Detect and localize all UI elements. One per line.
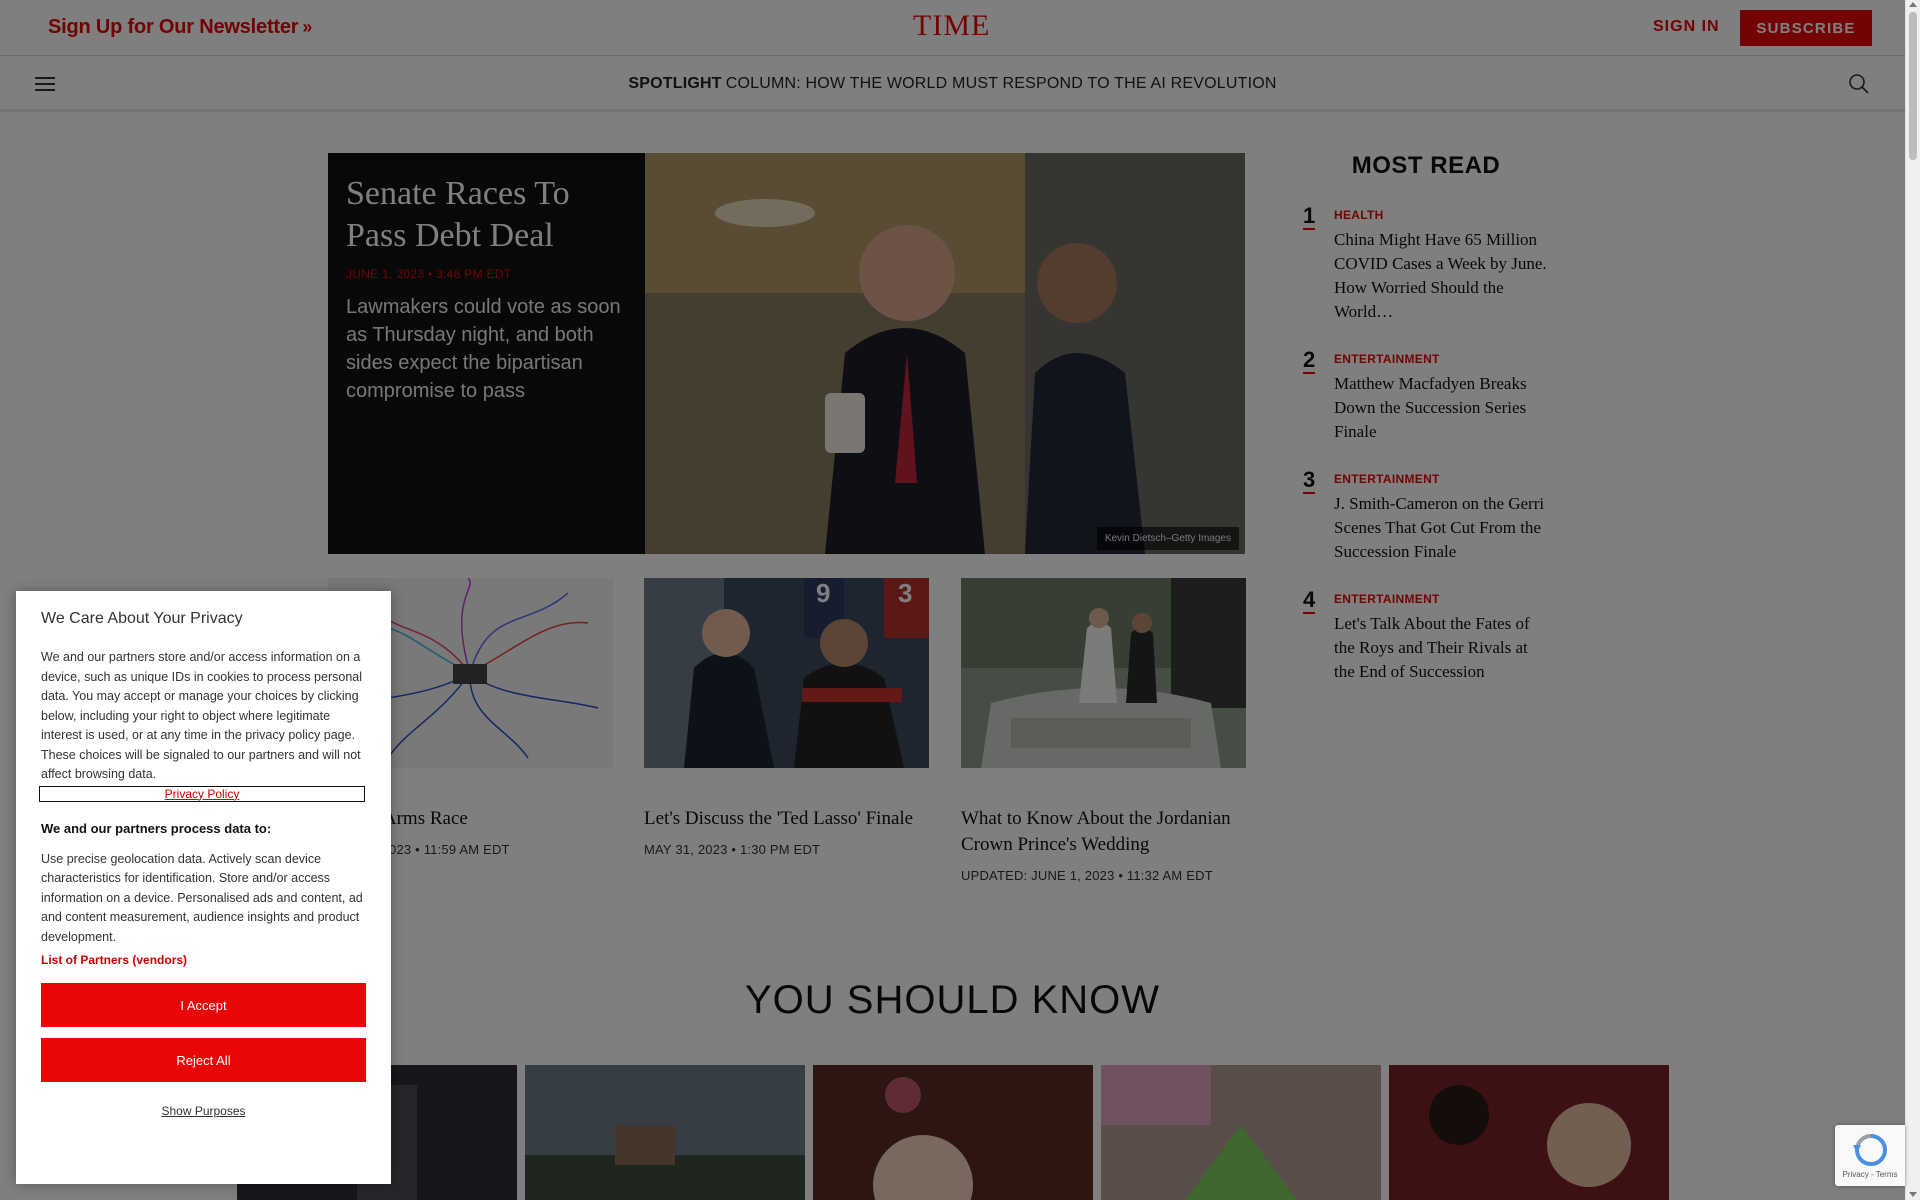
partners-list-link[interactable]: List of Partners (vendors) xyxy=(41,953,366,967)
recaptcha-links[interactable]: Privacy - Terms xyxy=(1835,1170,1905,1179)
recaptcha-badge[interactable]: Privacy - Terms xyxy=(1835,1125,1905,1186)
accept-button[interactable]: I Accept xyxy=(41,983,366,1027)
cookie-dialog-purposes: Use precise geolocation data. Actively s… xyxy=(41,851,363,944)
cookie-consent-dialog: We Care About Your Privacy We and our pa… xyxy=(16,591,391,1184)
scrollbar-thumb[interactable] xyxy=(1909,12,1917,160)
cookie-dialog-subtitle: We and our partners process data to: xyxy=(41,820,272,836)
cookie-dialog-body: We and our partners store and/or access … xyxy=(41,650,363,781)
reject-all-button[interactable]: Reject All xyxy=(41,1038,366,1082)
page-scrollbar[interactable] xyxy=(1905,0,1920,1200)
scroll-up-arrow-icon[interactable] xyxy=(1909,2,1917,7)
scroll-down-arrow-icon[interactable] xyxy=(1909,1192,1917,1197)
recaptcha-icon xyxy=(1853,1134,1887,1166)
privacy-policy-link[interactable]: Privacy Policy xyxy=(39,785,365,802)
show-purposes-link[interactable]: Show Purposes xyxy=(41,1104,366,1118)
cookie-dialog-title: We Care About Your Privacy xyxy=(41,610,243,627)
